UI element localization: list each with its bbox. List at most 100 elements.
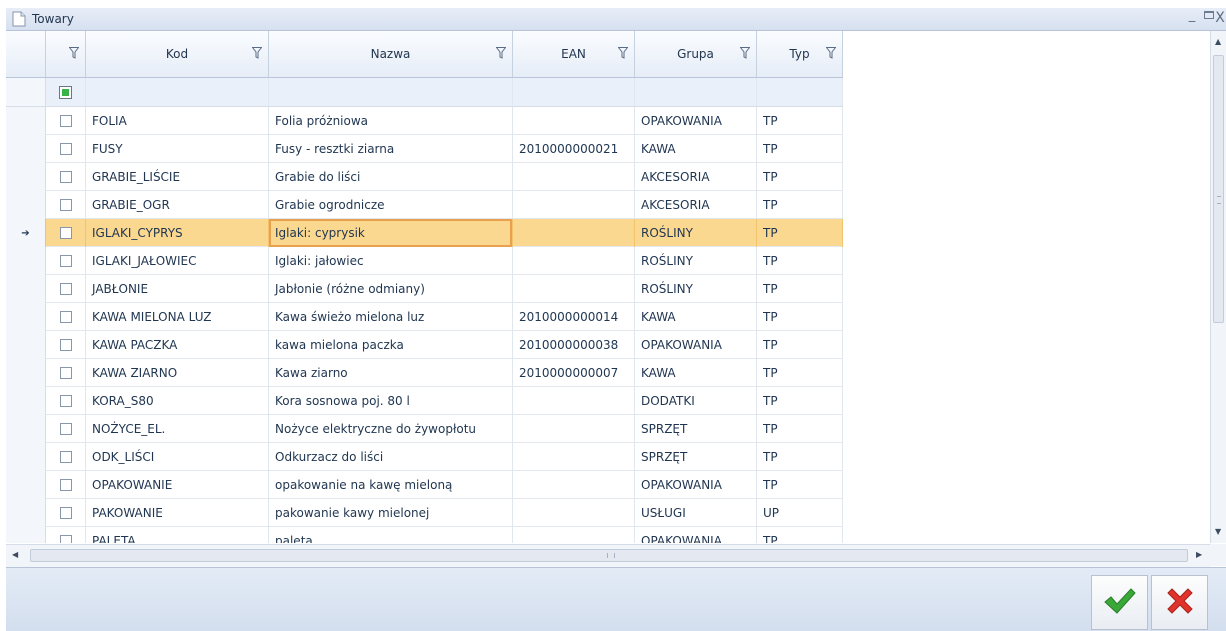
table-row[interactable]: NOŻYCE_EL. Nożyce elektryczne do żywopłot… <box>6 415 843 443</box>
row-indicator[interactable] <box>6 303 46 331</box>
row-indicator[interactable] <box>6 527 46 543</box>
row-checkbox[interactable] <box>59 143 72 155</box>
row-checkbox[interactable] <box>59 283 72 295</box>
row-checkbox[interactable] <box>59 339 72 351</box>
row-indicator[interactable] <box>6 331 46 359</box>
row-indicator[interactable] <box>6 247 46 275</box>
table-row[interactable]: KAWA ZIARNO Kawa ziarno 2010000000007 KAWA T… <box>6 359 843 387</box>
cell-ean[interactable] <box>513 163 635 191</box>
cell-typ[interactable]: TP <box>757 443 843 471</box>
checkbox-header[interactable] <box>46 31 86 77</box>
row-indicator[interactable] <box>6 415 46 443</box>
cell-grupa[interactable]: ROŚLINY <box>635 247 757 275</box>
cell-typ[interactable]: UP <box>757 499 843 527</box>
cell-nazwa[interactable]: opakowanie na kawę mieloną <box>269 471 513 499</box>
row-indicator[interactable] <box>6 471 46 499</box>
table-row[interactable]: GRABIE_LIŚCIE Grabie do liści AKCESORIA TP <box>6 163 843 191</box>
filter-funnel-icon[interactable] <box>617 47 629 59</box>
cell-ean[interactable] <box>513 443 635 471</box>
column-header-typ[interactable]: Typ <box>757 31 843 77</box>
row-checkbox[interactable] <box>59 115 72 127</box>
row-indicator[interactable] <box>6 163 46 191</box>
cancel-button[interactable] <box>1151 575 1208 630</box>
cell-kod[interactable]: KAWA PACZKA <box>86 331 269 359</box>
table-row[interactable]: KAWA PACZKA kawa mielona paczka 2010000000… <box>6 331 843 359</box>
cell-grupa[interactable]: OPAKOWANIA <box>635 527 757 543</box>
cell-ean[interactable]: 2010000000014 <box>513 303 635 331</box>
cell-ean[interactable] <box>513 219 635 247</box>
filter-cell-grupa[interactable] <box>635 78 757 106</box>
cell-kod[interactable]: FOLIA <box>86 107 269 135</box>
vertical-scroll-thumb[interactable] <box>1213 55 1224 323</box>
cell-grupa[interactable]: DODATKI <box>635 387 757 415</box>
filter-funnel-icon[interactable] <box>251 47 263 59</box>
cell-kod[interactable]: KAWA ZIARNO <box>86 359 269 387</box>
cell-kod[interactable]: GRABIE_OGR <box>86 191 269 219</box>
table-row[interactable]: JABŁONIE Jabłonie (różne odmiany) ROŚLINY T… <box>6 275 843 303</box>
cell-grupa[interactable]: AKCESORIA <box>635 163 757 191</box>
horizontal-scrollbar[interactable]: ◀ ▶ <box>6 544 1210 567</box>
column-header-grupa[interactable]: Grupa <box>635 31 757 77</box>
row-checkbox-cell[interactable] <box>46 471 86 499</box>
table-row[interactable]: PAKOWANIE pakowanie kawy mielonej USŁUGI UP <box>6 499 843 527</box>
table-row[interactable]: PALETA paleta OPAKOWANIA TP <box>6 527 843 543</box>
filter-funnel-icon[interactable] <box>739 47 751 59</box>
cell-grupa[interactable]: OPAKOWANIA <box>635 331 757 359</box>
cell-typ[interactable]: TP <box>757 135 843 163</box>
close-icon[interactable]: X <box>1212 10 1226 26</box>
cell-ean[interactable] <box>513 471 635 499</box>
cell-typ[interactable]: TP <box>757 191 843 219</box>
row-checkbox-cell[interactable] <box>46 527 86 543</box>
row-checkbox[interactable] <box>59 367 72 379</box>
row-indicator[interactable]: ➔ <box>6 219 46 247</box>
cell-ean[interactable]: 2010000000038 <box>513 331 635 359</box>
filter-checkbox-cell[interactable] <box>46 78 86 106</box>
table-row[interactable]: KAWA MIELONA LUZ Kawa świeżo mielona luz 2… <box>6 303 843 331</box>
cell-typ[interactable]: TP <box>757 331 843 359</box>
row-checkbox-cell[interactable] <box>46 247 86 275</box>
row-checkbox[interactable] <box>59 171 72 183</box>
row-checkbox-cell[interactable] <box>46 359 86 387</box>
cell-kod[interactable]: PAKOWANIE <box>86 499 269 527</box>
cell-typ[interactable]: TP <box>757 359 843 387</box>
cell-typ[interactable]: TP <box>757 107 843 135</box>
scroll-up-icon[interactable]: ▲ <box>1215 37 1221 46</box>
cell-grupa[interactable]: OPAKOWANIA <box>635 107 757 135</box>
row-checkbox-cell[interactable] <box>46 163 86 191</box>
row-checkbox-cell[interactable] <box>46 331 86 359</box>
cell-grupa[interactable]: KAWA <box>635 359 757 387</box>
filter-cell-typ[interactable] <box>757 78 843 106</box>
cell-nazwa[interactable]: Folia próżniowa <box>269 107 513 135</box>
cell-kod[interactable]: ODK_LIŚCI <box>86 443 269 471</box>
column-header-nazwa[interactable]: Nazwa <box>269 31 513 77</box>
filter-funnel-icon[interactable] <box>495 47 507 59</box>
row-checkbox[interactable] <box>59 423 72 435</box>
cell-nazwa[interactable]: Nożyce elektryczne do żywopłotu <box>269 415 513 443</box>
table-row[interactable]: KORA_S80 Kora sosnowa poj. 80 l DODATKI TP <box>6 387 843 415</box>
scroll-left-icon[interactable]: ◀ <box>12 550 18 559</box>
row-checkbox[interactable] <box>59 311 72 323</box>
cell-ean[interactable]: 2010000000021 <box>513 135 635 163</box>
cell-typ[interactable]: TP <box>757 247 843 275</box>
cell-kod[interactable]: IGLAKI_CYPRYS <box>86 219 269 247</box>
row-indicator[interactable] <box>6 387 46 415</box>
cell-ean[interactable] <box>513 247 635 275</box>
filter-cell-kod[interactable] <box>86 78 269 106</box>
row-indicator[interactable] <box>6 135 46 163</box>
row-indicator[interactable] <box>6 107 46 135</box>
cell-nazwa[interactable]: Kawa świeżo mielona luz <box>269 303 513 331</box>
cell-ean[interactable] <box>513 107 635 135</box>
cell-nazwa[interactable]: pakowanie kawy mielonej <box>269 499 513 527</box>
cell-typ[interactable]: TP <box>757 415 843 443</box>
cell-ean[interactable] <box>513 527 635 543</box>
cell-typ[interactable]: TP <box>757 471 843 499</box>
scroll-down-icon[interactable]: ▼ <box>1215 527 1221 536</box>
row-checkbox[interactable] <box>59 227 72 239</box>
cell-ean[interactable] <box>513 275 635 303</box>
cell-grupa[interactable]: USŁUGI <box>635 499 757 527</box>
row-checkbox-cell[interactable] <box>46 387 86 415</box>
cell-ean[interactable] <box>513 387 635 415</box>
cell-kod[interactable]: NOŻYCE_EL. <box>86 415 269 443</box>
cell-nazwa[interactable]: paleta <box>269 527 513 543</box>
cell-typ[interactable]: TP <box>757 219 843 247</box>
